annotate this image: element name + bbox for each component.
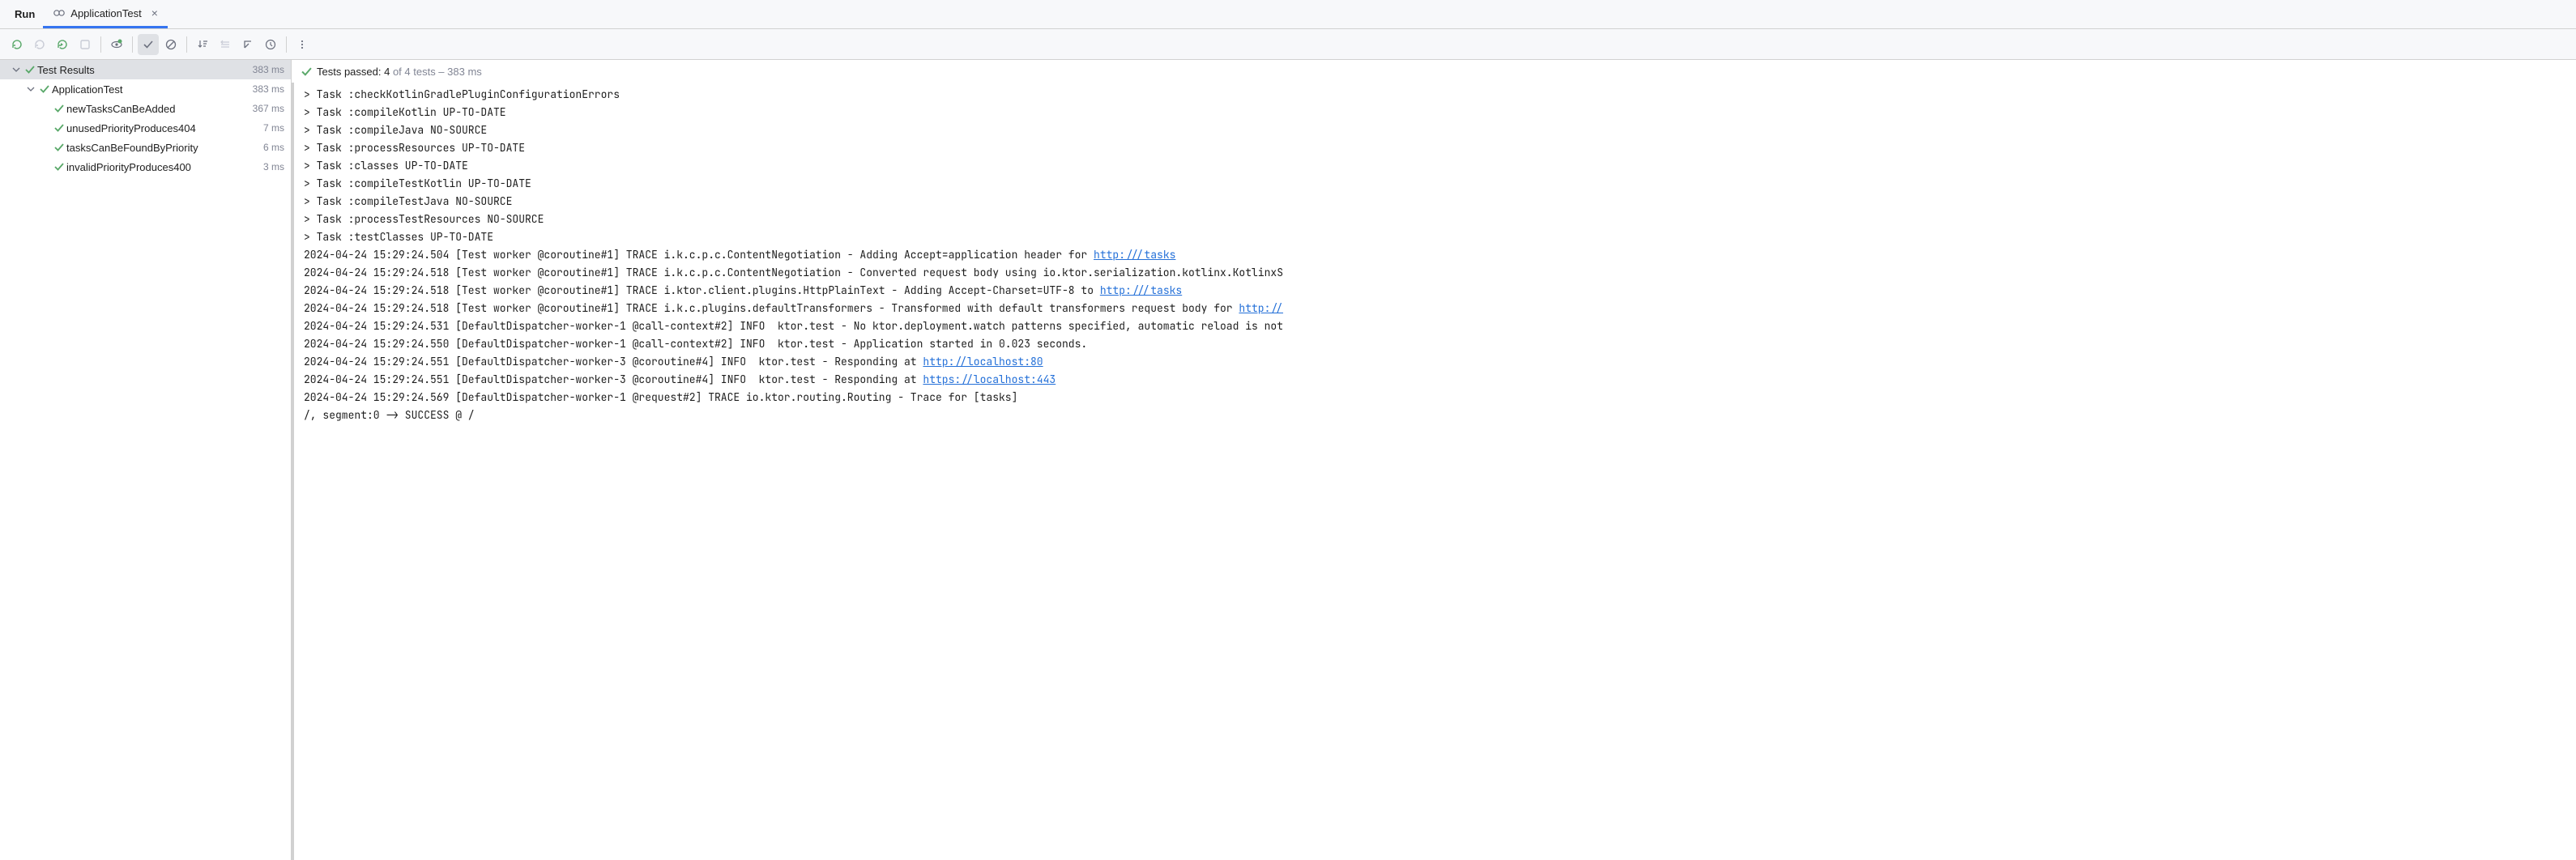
console-line: > Task :compileTestKotlin UP-TO-DATE — [304, 175, 2566, 193]
status-passed-icon — [52, 162, 66, 172]
console-line: 2024-04-24 15:29:24.569 [DefaultDispatch… — [304, 389, 2566, 407]
tree-suite[interactable]: ApplicationTest 383 ms — [0, 79, 291, 99]
status-passed-icon — [52, 123, 66, 133]
test-history-button[interactable] — [260, 34, 281, 55]
console-line: 2024-04-24 15:29:24.551 [DefaultDispatch… — [304, 353, 2566, 371]
tree-time: 383 ms — [253, 64, 284, 75]
tree-label: invalidPriorityProduces400 — [66, 161, 263, 173]
status-passed-icon — [37, 84, 52, 94]
console-line: 2024-04-24 15:29:24.518 [Test worker @co… — [304, 300, 2566, 317]
tree-label: tasksCanBeFoundByPriority — [66, 142, 263, 154]
console-line: 2024-04-24 15:29:24.518 [Test worker @co… — [304, 282, 2566, 300]
status-passed-icon — [23, 65, 37, 75]
status-passed-icon — [301, 66, 312, 77]
tree-test[interactable]: tasksCanBeFoundByPriority6 ms — [0, 138, 291, 157]
close-icon[interactable]: × — [151, 6, 158, 19]
console-line: 2024-04-24 15:29:24.518 [Test worker @co… — [304, 264, 2566, 282]
console-line: > Task :classes UP-TO-DATE — [304, 157, 2566, 175]
test-summary: Tests passed: 4 of 4 tests – 383 ms — [292, 60, 2576, 83]
tree-time: 3 ms — [263, 161, 284, 172]
test-tree[interactable]: Test Results 383 ms ApplicationTest 383 … — [0, 60, 292, 860]
show-passed-toggle[interactable] — [138, 34, 159, 55]
tree-label: Test Results — [37, 64, 253, 76]
test-toolbar — [0, 29, 2576, 60]
console-line: /, segment:0 -> SUCCESS @ / — [304, 407, 2566, 424]
separator — [186, 36, 187, 53]
main-area: Test Results 383 ms ApplicationTest 383 … — [0, 60, 2576, 860]
tool-window-title: Run — [11, 8, 38, 20]
separator — [100, 36, 101, 53]
console-line: > Task :compileKotlin UP-TO-DATE — [304, 104, 2566, 121]
separator — [286, 36, 287, 53]
console-link[interactable]: http:///tasks — [1094, 248, 1175, 262]
toggle-auto-test-button[interactable] — [52, 34, 73, 55]
show-ignored-toggle[interactable] — [160, 34, 181, 55]
console-line: 2024-04-24 15:29:24.504 [Test worker @co… — [304, 246, 2566, 264]
sort-button[interactable] — [192, 34, 213, 55]
tree-time: 367 ms — [253, 103, 284, 114]
rerun-failed-button[interactable] — [29, 34, 50, 55]
stop-button[interactable] — [75, 34, 96, 55]
tree-test[interactable]: unusedPriorityProduces4047 ms — [0, 118, 291, 138]
console-link[interactable]: http:///tasks — [1100, 283, 1182, 297]
tree-test[interactable]: newTasksCanBeAdded367 ms — [0, 99, 291, 118]
console-pane: Tests passed: 4 of 4 tests – 383 ms > Ta… — [292, 60, 2576, 860]
tab-label: ApplicationTest — [70, 7, 141, 19]
console-link[interactable]: http:// — [1239, 301, 1283, 315]
show-passed-button[interactable] — [106, 34, 127, 55]
run-tabbar: Run ApplicationTest × — [0, 0, 2576, 29]
tree-time: 6 ms — [263, 142, 284, 153]
console-line: 2024-04-24 15:29:24.531 [DefaultDispatch… — [304, 317, 2566, 335]
console-line: > Task :testClasses UP-TO-DATE — [304, 228, 2566, 246]
console-line: 2024-04-24 15:29:24.551 [DefaultDispatch… — [304, 371, 2566, 389]
tree-time: 383 ms — [253, 83, 284, 95]
collapse-all-button[interactable] — [237, 34, 258, 55]
summary-total: of 4 tests – 383 ms — [390, 66, 481, 78]
console-line: > Task :checkKotlinGradlePluginConfigura… — [304, 86, 2566, 104]
console-output[interactable]: > Task :checkKotlinGradlePluginConfigura… — [292, 83, 2576, 860]
tree-time: 7 ms — [263, 122, 284, 134]
console-line: > Task :processResources UP-TO-DATE — [304, 139, 2566, 157]
separator — [132, 36, 133, 53]
status-passed-icon — [52, 143, 66, 152]
console-line: 2024-04-24 15:29:24.550 [DefaultDispatch… — [304, 335, 2566, 353]
run-config-icon — [53, 6, 66, 19]
console-line: > Task :processTestResources NO-SOURCE — [304, 211, 2566, 228]
console-link[interactable]: https://localhost:443 — [923, 373, 1056, 386]
chevron-down-icon[interactable] — [10, 66, 23, 74]
rerun-button[interactable] — [6, 34, 28, 55]
console-line: > Task :compileJava NO-SOURCE — [304, 121, 2566, 139]
console-link[interactable]: http://localhost:80 — [923, 355, 1043, 368]
tree-label: newTasksCanBeAdded — [66, 103, 253, 115]
summary-count: Tests passed: 4 — [317, 66, 390, 78]
status-passed-icon — [52, 104, 66, 113]
tree-test[interactable]: invalidPriorityProduces4003 ms — [0, 157, 291, 177]
chevron-down-icon[interactable] — [24, 85, 37, 93]
tab-application-test[interactable]: ApplicationTest × — [43, 0, 168, 28]
tree-label: ApplicationTest — [52, 83, 253, 96]
more-button[interactable] — [292, 34, 313, 55]
tree-root[interactable]: Test Results 383 ms — [0, 60, 291, 79]
tree-label: unusedPriorityProduces404 — [66, 122, 263, 134]
console-line: > Task :compileTestJava NO-SOURCE — [304, 193, 2566, 211]
expand-all-button[interactable] — [215, 34, 236, 55]
